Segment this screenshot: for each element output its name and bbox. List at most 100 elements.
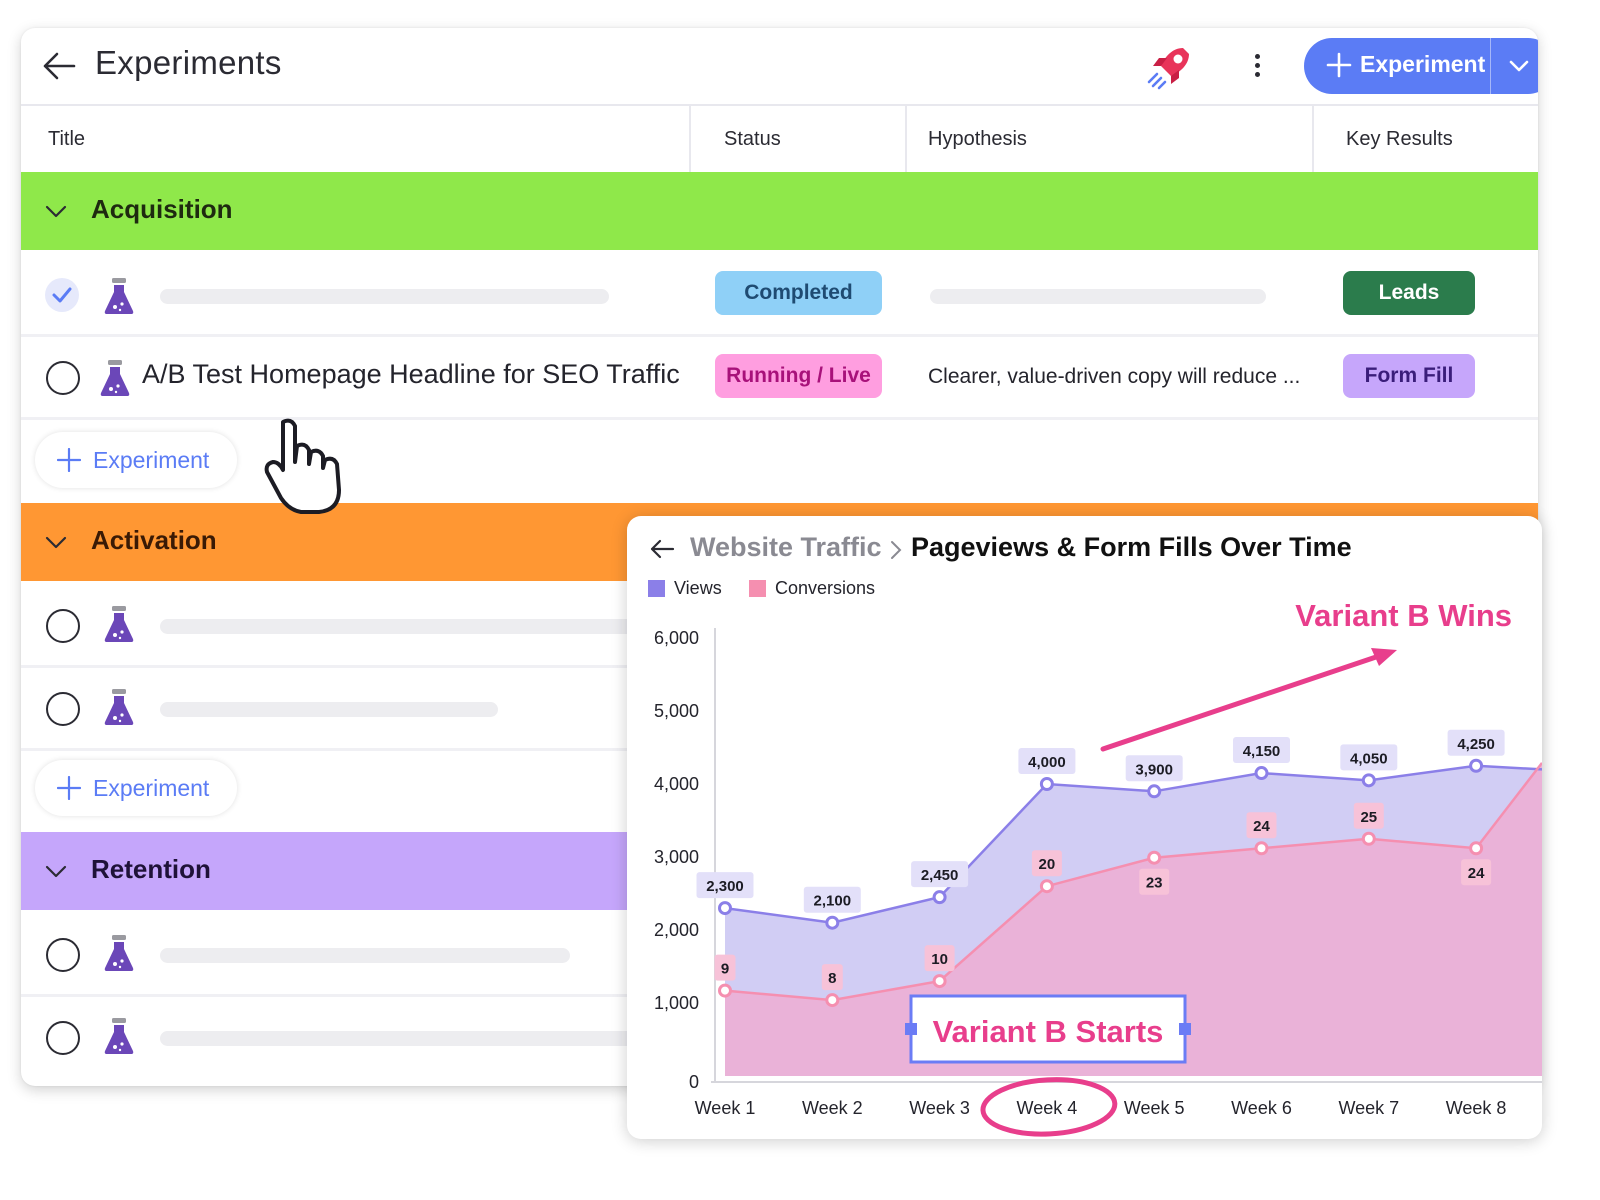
key-result-badge[interactable]: Leads (1343, 271, 1475, 315)
views-data-label: 3,900 (1135, 761, 1173, 778)
views-point (1039, 777, 1054, 791)
row-checkbox[interactable] (46, 609, 80, 643)
add-experiment-button[interactable]: Experiment (35, 760, 237, 816)
column-header-hypothesis[interactable]: Hypothesis (907, 106, 1314, 172)
row-checkbox[interactable] (46, 361, 80, 395)
new-experiment-label: Experiment (1360, 51, 1486, 77)
column-header-key-results[interactable]: Key Results (1314, 106, 1538, 172)
group-header-acquisition[interactable]: Acquisition (21, 172, 1538, 250)
table-row: Completed Leads (21, 252, 1538, 337)
views-point (825, 915, 840, 930)
status-badge[interactable]: Running / Live (715, 354, 882, 398)
views-data-label: 4,250 (1457, 736, 1495, 753)
views-data-label: 4,000 (1028, 754, 1066, 771)
key-result-badge[interactable]: Form Fill (1343, 354, 1475, 398)
x-tick-label: Week 3 (909, 1098, 970, 1118)
x-tick-label: Week 1 (695, 1098, 756, 1118)
row-checkbox[interactable] (46, 938, 80, 972)
row-checkbox-checked[interactable] (45, 278, 79, 312)
views-data-label: 4,150 (1243, 743, 1281, 760)
annotation-variant-b-starts: Variant B Starts (933, 1014, 1164, 1049)
plus-icon (57, 776, 81, 800)
group-name: Acquisition (91, 194, 233, 224)
chevron-down-icon[interactable] (1508, 56, 1530, 76)
title-placeholder (160, 289, 609, 304)
flask-icon (104, 278, 134, 314)
more-options-icon[interactable] (1249, 50, 1265, 86)
experiment-title[interactable]: A/B Test Homepage Headline for SEO Traff… (142, 359, 680, 390)
flask-icon (100, 360, 130, 396)
conversions-point (1469, 841, 1484, 856)
plus-icon (1326, 52, 1352, 78)
chevron-down-icon[interactable] (45, 862, 67, 880)
trend-arrow-line (1100, 653, 1382, 752)
annotation-handle-right (1179, 1023, 1191, 1035)
column-header-status[interactable]: Status (691, 106, 907, 172)
conversions-point (1147, 850, 1162, 865)
rocket-icon[interactable] (1143, 42, 1195, 94)
annotation-handle-left (905, 1023, 917, 1035)
add-experiment-label: Experiment (93, 775, 210, 801)
add-experiment-button[interactable]: Experiment (35, 432, 237, 488)
title-placeholder (160, 619, 640, 634)
views-point (932, 890, 947, 905)
conversions-data-label: 20 (1039, 856, 1056, 873)
conversions-data-label: 24 (1253, 818, 1270, 835)
y-tick-label: 3,000 (654, 847, 699, 867)
back-arrow-icon[interactable] (41, 50, 77, 82)
column-header-title[interactable]: Title (21, 106, 691, 172)
annotation-variant-b-wins: Variant B Wins (1295, 598, 1512, 633)
group-name: Retention (91, 854, 211, 884)
x-tick-label: Week 6 (1231, 1098, 1292, 1118)
conversions-point (718, 983, 732, 998)
conversions-point (825, 993, 840, 1008)
check-icon (52, 287, 72, 303)
group-name: Activation (91, 525, 217, 555)
title-placeholder (160, 1031, 640, 1046)
views-data-label: 2,300 (706, 878, 744, 895)
views-point (1469, 758, 1484, 773)
row-checkbox[interactable] (46, 1021, 80, 1055)
status-badge[interactable]: Completed (715, 271, 882, 315)
y-tick-label: 2,000 (654, 920, 699, 940)
conversions-point (1254, 841, 1269, 856)
pointer-hand-icon (264, 418, 341, 514)
x-tick-label: Week 8 (1446, 1098, 1507, 1118)
flask-icon (104, 1018, 134, 1054)
y-tick-label: 4,000 (654, 774, 699, 794)
conversions-data-label: 10 (931, 951, 948, 968)
plus-icon (57, 448, 81, 472)
chart-panel: Website Traffic Pageviews & Form Fills O… (627, 516, 1542, 1139)
new-experiment-button[interactable]: Experiment (1304, 38, 1538, 94)
flask-icon (104, 689, 134, 725)
conversions-data-label: 25 (1360, 809, 1377, 826)
views-data-label: 2,450 (921, 867, 959, 884)
button-divider (1490, 38, 1491, 94)
y-tick-label: 5,000 (654, 701, 699, 721)
x-tick-label: Week 5 (1124, 1098, 1185, 1118)
flask-icon (104, 606, 134, 642)
hypothesis-text[interactable]: Clearer, value-driven copy will reduce .… (928, 365, 1300, 389)
row-checkbox[interactable] (46, 692, 80, 726)
conversions-data-label: 23 (1146, 875, 1163, 892)
views-data-label: 4,050 (1350, 750, 1388, 767)
views-point (1361, 773, 1376, 788)
page-title: Experiments (95, 44, 282, 81)
title-placeholder (160, 702, 498, 717)
table-row: A/B Test Homepage Headline for SEO Traff… (21, 335, 1538, 420)
views-data-label: 2,100 (814, 893, 852, 910)
hypothesis-placeholder (930, 289, 1266, 304)
chevron-down-icon[interactable] (45, 533, 67, 551)
conversions-data-label: 24 (1468, 865, 1485, 882)
conversions-point (932, 974, 947, 989)
views-point (1254, 766, 1269, 781)
area-chart: 0 1,000 2,000 3,000 4,000 5,000 6,000 2,300 2,10… (654, 598, 1542, 1137)
x-tick-label: Week 4 (1017, 1098, 1078, 1118)
x-tick-label: Week 7 (1338, 1098, 1399, 1118)
add-experiment-label: Experiment (93, 447, 210, 473)
flask-icon (104, 935, 134, 971)
y-tick-label: 0 (689, 1072, 699, 1092)
views-point (718, 901, 732, 916)
chevron-down-icon[interactable] (45, 202, 67, 220)
board-header: Experiments Experiment (21, 28, 1538, 106)
